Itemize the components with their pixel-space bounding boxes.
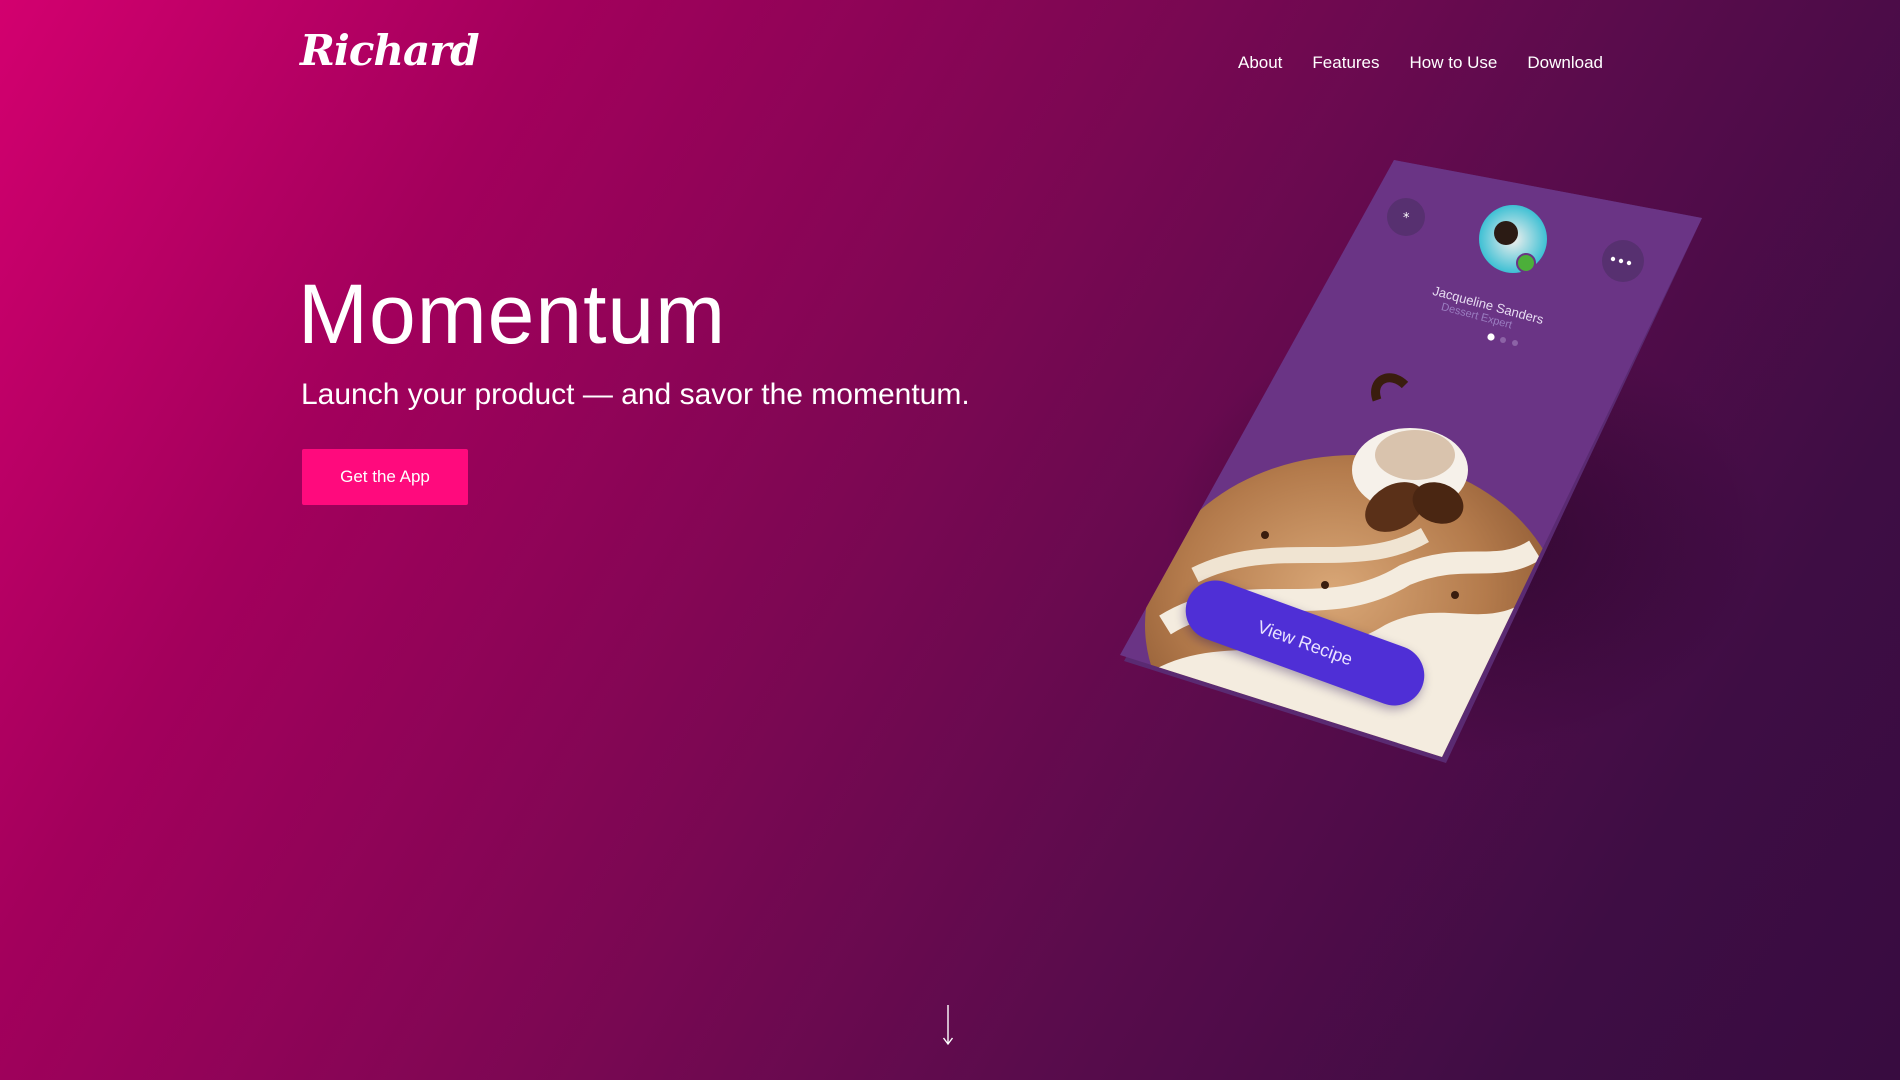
arrow-down-icon[interactable] [941, 1005, 955, 1047]
online-status-icon [1516, 253, 1536, 273]
nav-download[interactable]: Download [1527, 53, 1603, 73]
phone-mockup: * Jacqueline Sanders Dessert Expert View… [1105, 155, 1765, 775]
avatar-face-icon [1494, 221, 1518, 245]
landing-page: Richard About Features How to Use Downlo… [0, 0, 1900, 1080]
hero-subtitle: Launch your product — and savor the mome… [301, 378, 970, 411]
hero-title: Momentum [298, 267, 727, 361]
nav-features[interactable]: Features [1312, 53, 1379, 73]
phone-illustration: * [1120, 160, 1765, 763]
carousel-dot[interactable] [1500, 337, 1506, 343]
get-the-app-button[interactable]: Get the App [302, 449, 468, 505]
carousel-dot-active[interactable] [1487, 333, 1495, 341]
nav-about[interactable]: About [1238, 53, 1282, 73]
nav-how-to-use[interactable]: How to Use [1410, 53, 1498, 73]
carousel-dot[interactable] [1512, 340, 1518, 346]
main-nav: About Features How to Use Download [1238, 53, 1603, 73]
asterisk-icon: * [1403, 211, 1410, 226]
brand-logo[interactable]: Richard [300, 30, 480, 72]
